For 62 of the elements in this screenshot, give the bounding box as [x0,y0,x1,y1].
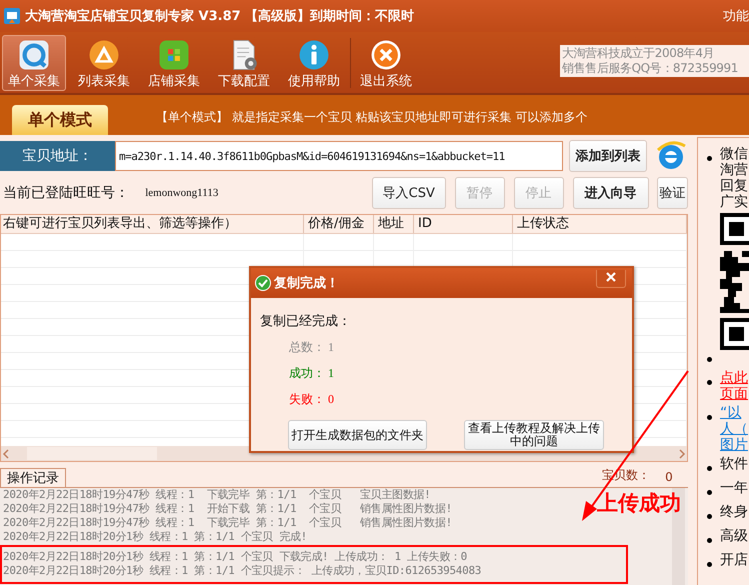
sidebar-text: 微信 淘营 回复 广实 [720,146,748,210]
sidebar-link[interactable]: “以 人（ 图片 [720,405,748,453]
toolbar-button[interactable]: 店铺采集 [142,34,206,90]
log-tab[interactable]: 操作记录 [0,468,66,487]
toolbar-button[interactable]: 使用帮助 [282,34,346,90]
import-csv-button[interactable]: 导入CSV [372,177,446,209]
sidebar-text: 软件 [720,456,748,474]
account-name: lemonwong1113 [145,187,220,199]
dialog-message: 复制已经完成： [260,313,352,330]
bullet-icon [706,415,712,420]
address-label: 宝贝地址： [0,141,115,171]
count-value: 0 [664,470,674,484]
dialog-title: 复制完成！ [274,274,339,292]
stat-line: 总数： 1 [289,339,335,356]
log-line: 2020年2月22日18时20分1秒 线程：1 第：1/1 个宝贝提示： 上传成功，宝贝ID:612653954083 [3,564,482,578]
log-line: 2020年2月22日18时19分47秒 线程：1 下载完毕 第：1/1 个宝贝 销售属性图片数据! [3,516,452,530]
column-header[interactable]: 上传状态 [513,215,687,233]
stat-line: 成功： 1 [289,365,335,382]
sidebar-text: 高级 [720,528,748,546]
check-circle-icon [255,275,271,291]
open-folder-button[interactable]: 打开生成数据包的文件夹 [288,420,427,450]
address-field[interactable]: m=a230r.1.14.40.3f8611b0GpbasM&id=604619131694&ns=1&abbucket=11 [115,141,563,171]
close-icon [606,272,616,282]
close-button[interactable] [596,270,626,288]
column-header[interactable]: ID [414,215,513,233]
bullet-icon [706,562,712,567]
app-logo-icon [4,8,20,24]
toolbar-button[interactable]: 列表采集 [72,34,136,90]
column-header[interactable]: 价格/佣金 [304,215,374,233]
log-line: 2020年2月22日18时19分47秒 线程：1 下载完毕 第：1/1 个宝贝 宝贝主图数据! [3,488,431,502]
browser-e-icon[interactable] [655,140,687,172]
verify-button[interactable]: 验证 [656,177,688,209]
bullet-icon [706,490,712,495]
upload-help-button[interactable]: 查看上传教程及解决上传中的问题 [464,420,604,450]
stat-line: 失败： 0 [289,391,335,408]
mode-tab[interactable]: 单个模式 [12,105,108,135]
column-header[interactable]: 地址 [374,215,414,233]
sidebar-text: 开店 [720,552,748,570]
toolbar-button[interactable]: 退出系统 [354,34,418,90]
log-line: 2020年2月22日18时20分1秒 线程：1 第：1/1 个宝贝 下载完成! 上传成功： 1 上传失败：0 [3,550,467,564]
annotation-label: 上传成功 [597,490,681,517]
toolbar-button[interactable]: 单个采集 [2,34,66,90]
window-title: 大淘营淘宝店铺宝贝复制专家 V3.87 【高级版】到期时间：不限时 [25,8,414,25]
log-line: 2020年2月22日18时19分47秒 线程：1 开始下载 第：1/1 个宝贝 销售属性图片数据! [3,502,452,516]
bullet-icon [706,538,712,543]
log-line: 2020年2月22日18时20分1秒 线程：1 第：1/1 个宝贝 完成! [3,530,307,544]
column-header[interactable]: 右键可进行宝贝列表导出、筛选等操作） [1,215,304,233]
bullet-icon [706,156,712,161]
bullet-icon [706,357,712,362]
sidebar-link[interactable]: 点此 页面 [720,370,748,402]
sidebar-text: 终身 [720,504,748,522]
account-label: 当前已登陆旺旺号： [3,184,130,202]
company-info: 大淘营科技成立于2008年4月 销售售后服务QQ号：872359991 [560,44,749,76]
toolbar-button[interactable]: 下载配置 [212,34,276,90]
add-to-list-button[interactable]: 添加到列表 [569,140,647,172]
mode-description: 【单个模式】 就是指定采集一个宝贝 粘贴该宝贝地址即可进行采集 可以添加多个 [156,109,588,126]
wizard-button[interactable]: 进入向导 [572,177,649,209]
bullet-icon [706,466,712,471]
bullet-icon [706,380,712,385]
bullet-icon [706,514,712,519]
menu-label[interactable]: 功能 [723,7,749,25]
sidebar-text: 一年 [720,480,748,498]
